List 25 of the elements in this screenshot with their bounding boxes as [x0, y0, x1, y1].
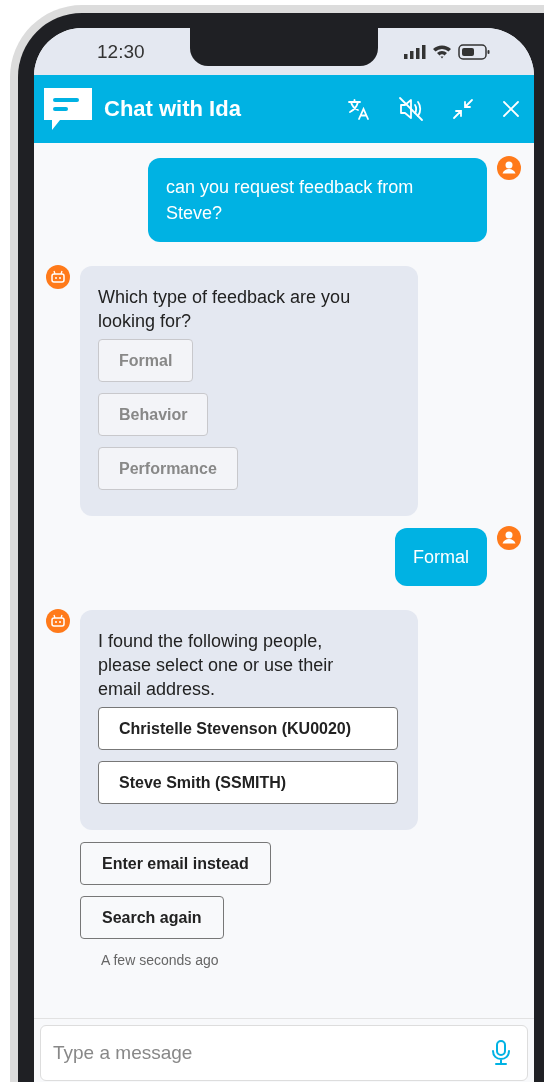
message-input[interactable]: Type a message [40, 1025, 528, 1081]
status-time: 12:30 [97, 40, 145, 63]
close-icon[interactable] [502, 100, 520, 118]
action-button[interactable]: Enter email instead [80, 842, 271, 885]
microphone-icon[interactable] [490, 1040, 512, 1066]
option-button[interactable]: Steve Smith (SSMITH) [98, 761, 398, 804]
message-timestamp: A few seconds ago [101, 952, 219, 968]
option-button[interactable]: Christelle Stevenson (KU0020) [98, 707, 398, 750]
translate-icon[interactable] [347, 97, 371, 121]
signal-icon [404, 44, 426, 59]
bot-avatar-icon [46, 265, 70, 289]
wifi-icon [432, 44, 452, 59]
user-avatar-icon [497, 156, 521, 180]
user-message: can you request feedback from Steve? [148, 158, 487, 242]
chat-bubble-icon [42, 86, 94, 132]
minimize-icon[interactable] [451, 97, 475, 121]
chat-title: Chat with Ida [104, 96, 242, 122]
user-message: Formal [395, 528, 487, 586]
muted-speaker-icon[interactable] [398, 96, 424, 122]
action-button[interactable]: Search again [80, 896, 224, 939]
battery-icon [458, 43, 490, 60]
bot-message-text: Which type of feedback are you looking for? [98, 286, 352, 333]
user-avatar-icon [497, 526, 521, 550]
bot-avatar-icon [46, 609, 70, 633]
bot-message-text: I found the following people, please select one or use their email address. [98, 630, 335, 701]
